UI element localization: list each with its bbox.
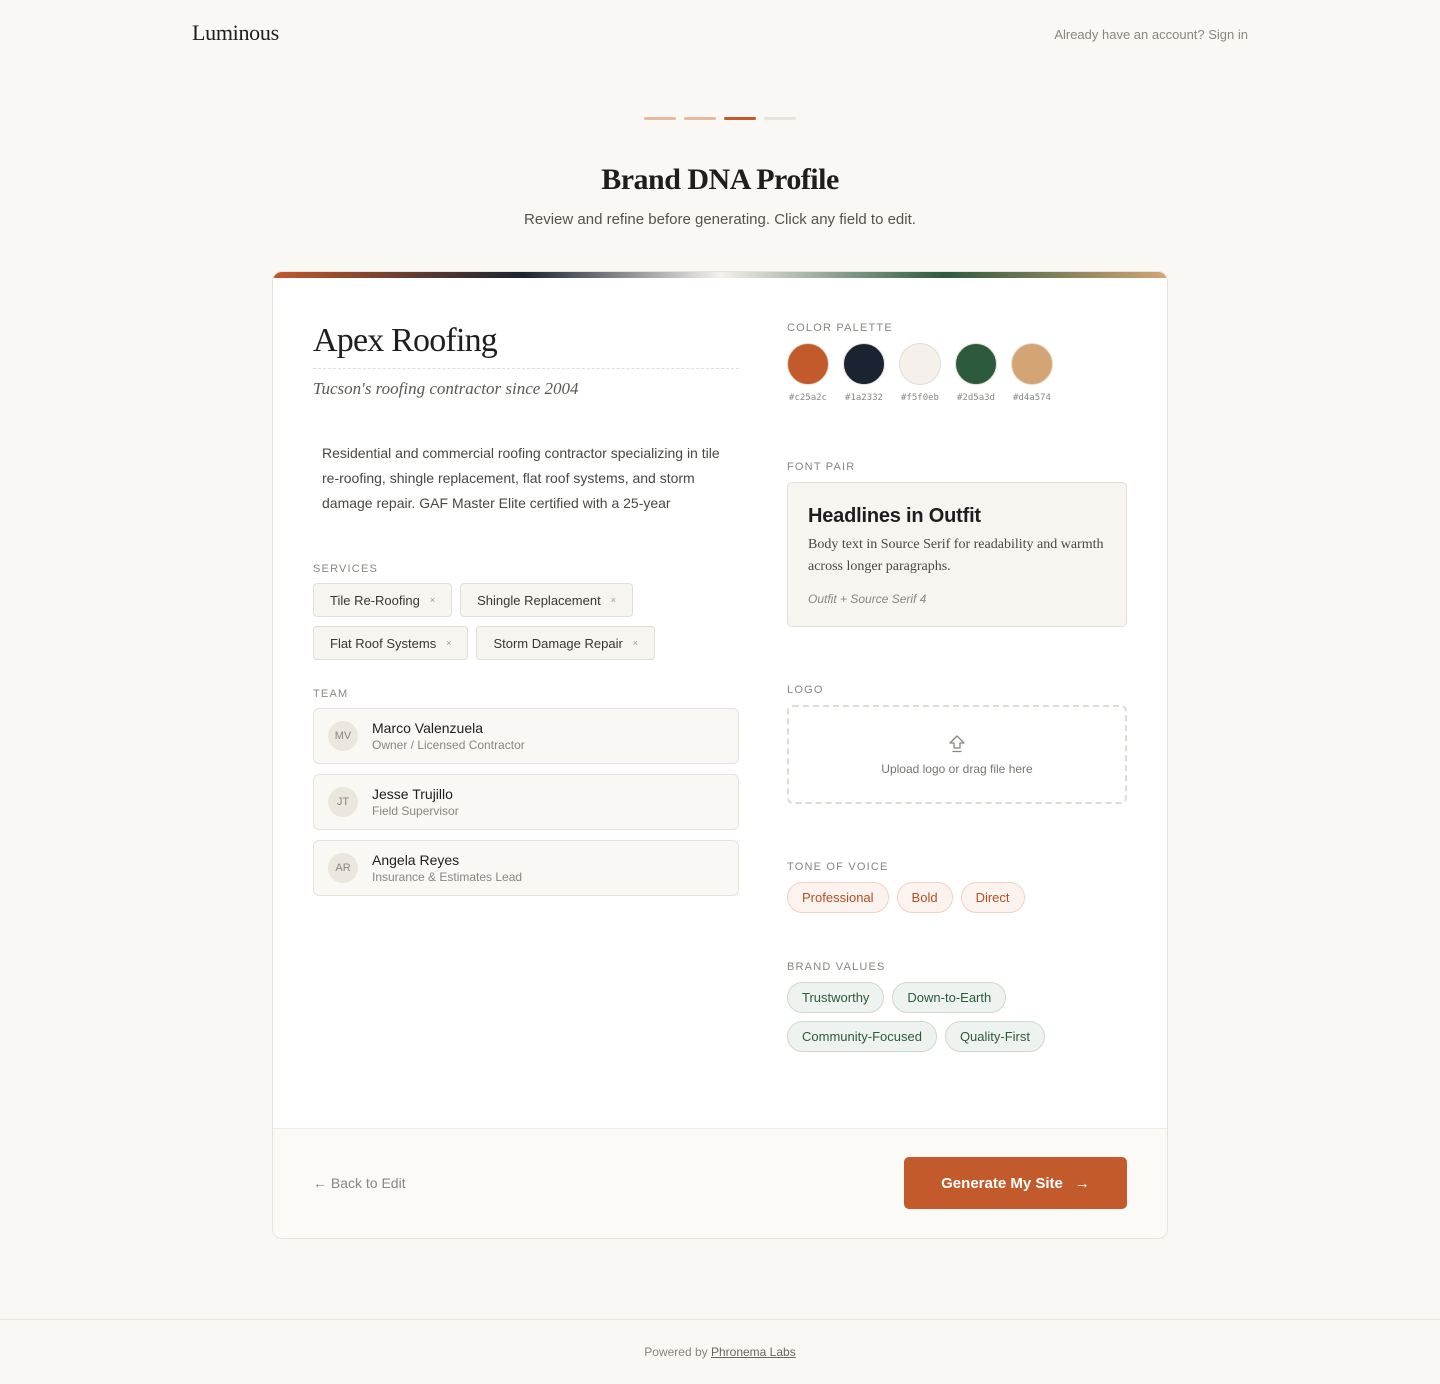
remove-icon[interactable]: × bbox=[446, 638, 451, 648]
palette-label: COLOR PALETTE bbox=[787, 322, 893, 334]
progress-step-2 bbox=[684, 117, 716, 120]
value-pill[interactable]: Community-Focused bbox=[787, 1021, 937, 1052]
value-pill[interactable]: Quality-First bbox=[944, 1021, 1045, 1052]
color-swatch[interactable]: #2d5a3d bbox=[955, 343, 997, 403]
brand-values-label: BRAND VALUES bbox=[787, 961, 886, 973]
font-pair-meta: Outfit + Source Serif 4 bbox=[808, 592, 927, 606]
progress-steps bbox=[644, 117, 796, 120]
tone-pill[interactable]: Direct bbox=[960, 882, 1025, 913]
service-chip[interactable]: Tile Re-Roofing × bbox=[313, 583, 453, 617]
remove-icon[interactable]: × bbox=[611, 595, 616, 605]
remove-icon[interactable]: × bbox=[633, 638, 638, 648]
service-chip-label: Flat Roof Systems bbox=[330, 635, 437, 651]
service-chip-label: Storm Damage Repair bbox=[493, 635, 623, 651]
progress-step-4 bbox=[764, 117, 796, 120]
tone-pills: Professional Bold Direct bbox=[787, 882, 1127, 913]
value-pill[interactable]: Down-to-Earth bbox=[892, 982, 1007, 1013]
service-chip-label: Shingle Replacement bbox=[477, 592, 601, 608]
member-name: Angela Reyes bbox=[372, 851, 460, 868]
member-name: Jesse Trujillo bbox=[372, 785, 453, 802]
page-subtitle: Review and refine before generating. Cli… bbox=[524, 211, 916, 228]
generate-label: Generate My Site bbox=[941, 1174, 1063, 1192]
card-footer: ← Back to Edit Generate My Site → bbox=[273, 1128, 1167, 1238]
upload-icon bbox=[949, 734, 965, 752]
footer-prefix: Powered by bbox=[644, 1345, 711, 1359]
swatch-hex: #1a2332 bbox=[845, 393, 883, 403]
font-pair-body: Body text in Source Serif for readabilit… bbox=[808, 537, 1104, 574]
signin-link[interactable]: Already have an account? Sign in bbox=[1054, 27, 1248, 42]
font-pair-section: FONT PAIR Headlines in Outfit Body text … bbox=[787, 461, 1127, 627]
progress-step-3 bbox=[724, 117, 756, 120]
swatch-dot bbox=[787, 343, 829, 385]
swatch-dot bbox=[899, 343, 941, 385]
team-member-card[interactable]: JT Jesse Trujillo Field Supervisor bbox=[313, 774, 739, 830]
palette-section: COLOR PALETTE #c25a2c #1a2332 #f5f0eb #2… bbox=[787, 322, 1127, 403]
avatar: MV bbox=[328, 721, 358, 751]
progress-step-1 bbox=[644, 117, 676, 120]
member-role: Field Supervisor bbox=[372, 803, 459, 818]
remove-icon[interactable]: × bbox=[430, 595, 435, 605]
team-member-card[interactable]: AR Angela Reyes Insurance & Estimates Le… bbox=[313, 840, 739, 896]
font-pair-label: FONT PAIR bbox=[787, 461, 856, 473]
page-title: Brand DNA Profile bbox=[601, 163, 839, 196]
swatch-dot bbox=[1011, 343, 1053, 385]
back-to-edit-link[interactable]: ← Back to Edit bbox=[313, 1175, 406, 1191]
member-role: Owner / Licensed Contractor bbox=[372, 737, 525, 752]
palette-stripe bbox=[273, 272, 1167, 278]
brand-profile-card: Apex Roofing Tucson's roofing contractor… bbox=[272, 271, 1168, 1239]
arrow-right-icon: → bbox=[1074, 1174, 1090, 1192]
member-role: Insurance & Estimates Lead bbox=[372, 869, 523, 884]
swatch-hex: #c25a2c bbox=[789, 393, 827, 403]
team-member-card[interactable]: MV Marco Valenzuela Owner / Licensed Con… bbox=[313, 708, 739, 764]
avatar: JT bbox=[328, 787, 358, 817]
swatch-dot bbox=[955, 343, 997, 385]
generate-site-button[interactable]: Generate My Site → bbox=[904, 1157, 1127, 1209]
top-bar: Luminous Already have an account? Sign i… bbox=[0, 0, 1440, 70]
service-chip[interactable]: Flat Roof Systems × bbox=[313, 626, 469, 660]
logo-label: LOGO bbox=[787, 684, 824, 696]
swatch-hex: #2d5a3d bbox=[957, 393, 995, 403]
tone-pill[interactable]: Professional bbox=[787, 882, 889, 913]
palette-swatches: #c25a2c #1a2332 #f5f0eb #2d5a3d #d4a574 bbox=[787, 343, 1127, 403]
font-pair-card[interactable]: Headlines in Outfit Body text in Source … bbox=[787, 482, 1127, 627]
value-pill[interactable]: Trustworthy bbox=[787, 982, 885, 1013]
logo-dropzone[interactable]: Upload logo or drag file here bbox=[787, 705, 1127, 804]
left-column: Apex Roofing Tucson's roofing contractor… bbox=[313, 322, 739, 906]
avatar: AR bbox=[328, 853, 358, 883]
team-label: TEAM bbox=[313, 688, 349, 700]
swatch-dot bbox=[843, 343, 885, 385]
services-label: SERVICES bbox=[313, 563, 379, 575]
team-section: TEAM MV Marco Valenzuela Owner / License… bbox=[313, 688, 739, 896]
services-section: SERVICES Tile Re-Roofing × Shingle Replac… bbox=[313, 563, 739, 660]
color-swatch[interactable]: #c25a2c bbox=[787, 343, 829, 403]
color-swatch[interactable]: #1a2332 bbox=[843, 343, 885, 403]
tone-section: TONE OF VOICE Professional Bold Direct bbox=[787, 861, 1127, 913]
description-field[interactable]: Residential and commercial roofing contr… bbox=[313, 441, 739, 521]
services-chips: Tile Re-Roofing × Shingle Replacement × Fl… bbox=[313, 583, 739, 660]
member-name: Marco Valenzuela bbox=[372, 719, 484, 736]
color-swatch[interactable]: #f5f0eb bbox=[899, 343, 941, 403]
logo-section: LOGO Upload logo or drag file here bbox=[787, 684, 1127, 804]
phronema-link[interactable]: Phronema Labs bbox=[711, 1345, 796, 1359]
value-pills: Trustworthy Down-to-Earth Community-Focu… bbox=[787, 982, 1127, 1052]
service-chip[interactable]: Storm Damage Repair × bbox=[476, 626, 656, 660]
brand-values-section: BRAND VALUES Trustworthy Down-to-Earth C… bbox=[787, 961, 1127, 1052]
color-swatch[interactable]: #d4a574 bbox=[1011, 343, 1053, 403]
service-chip-label: Tile Re-Roofing bbox=[330, 592, 420, 608]
swatch-hex: #d4a574 bbox=[1013, 393, 1051, 403]
font-pair-headline: Headlines in Outfit bbox=[808, 505, 981, 527]
tone-pill[interactable]: Bold bbox=[896, 882, 953, 913]
dropzone-text: Upload logo or drag file here bbox=[881, 761, 1033, 776]
service-chip[interactable]: Shingle Replacement × bbox=[460, 583, 633, 617]
business-name-field[interactable]: Apex Roofing bbox=[313, 322, 739, 369]
page-footer: Powered by Phronema Labs bbox=[0, 1319, 1440, 1384]
tagline-field[interactable]: Tucson's roofing contractor since 2004 bbox=[313, 379, 739, 399]
team-list: MV Marco Valenzuela Owner / Licensed Con… bbox=[313, 708, 739, 896]
brand-logo[interactable]: Luminous bbox=[192, 20, 279, 46]
swatch-hex: #f5f0eb bbox=[901, 393, 939, 403]
tone-label: TONE OF VOICE bbox=[787, 861, 889, 873]
right-column: COLOR PALETTE #c25a2c #1a2332 #f5f0eb #2… bbox=[787, 322, 1127, 1052]
